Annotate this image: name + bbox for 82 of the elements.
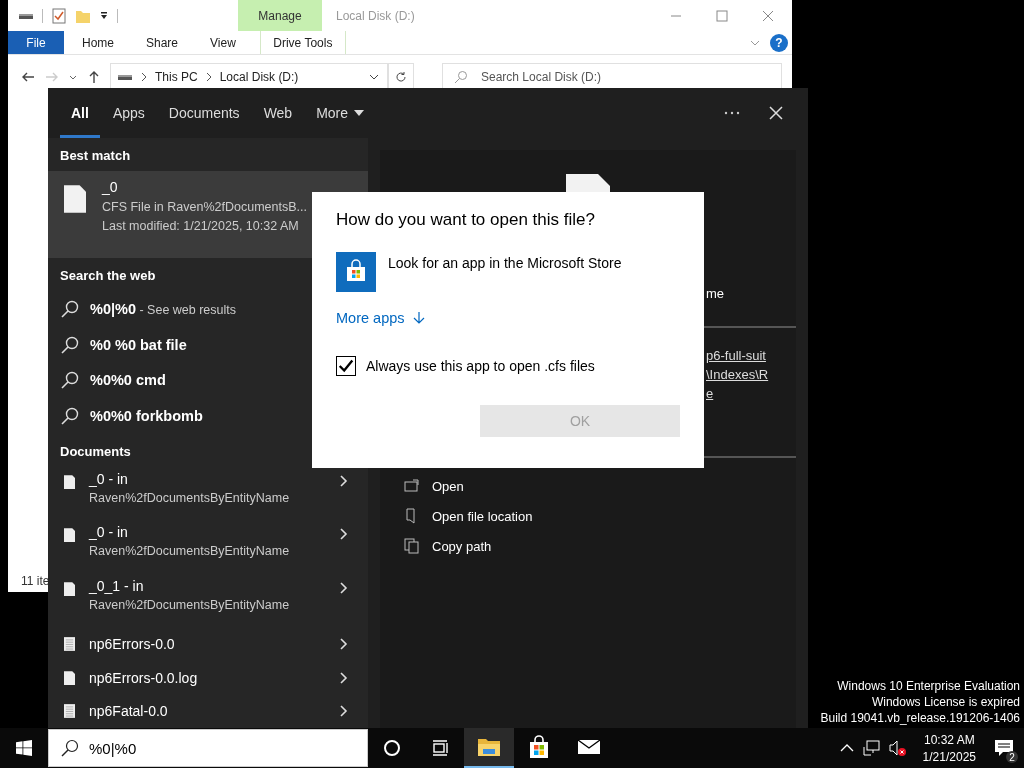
properties-icon[interactable] bbox=[51, 7, 67, 24]
path-link[interactable]: e bbox=[706, 386, 714, 401]
chevron-right-icon[interactable] bbox=[205, 72, 212, 82]
path-link[interactable]: \Indexes\R bbox=[706, 367, 769, 382]
search-icon bbox=[60, 738, 80, 758]
store-option[interactable]: Look for an app in the Microsoft Store bbox=[388, 255, 622, 271]
document-result-name[interactable]: _0_1 - in bbox=[89, 577, 144, 594]
ribbon-tab[interactable]: View bbox=[196, 31, 250, 54]
breadcrumb-item[interactable]: This PC bbox=[155, 70, 198, 84]
filter-tab[interactable]: Web bbox=[252, 88, 304, 138]
action-item[interactable]: Copy path bbox=[432, 538, 492, 554]
file-tab[interactable]: File bbox=[8, 31, 64, 54]
refresh-button[interactable] bbox=[388, 63, 414, 91]
clock[interactable]: 10:32 AM 1/21/2025 bbox=[914, 732, 984, 764]
text-file-icon bbox=[64, 636, 75, 651]
notification-count: 2 bbox=[1006, 751, 1018, 763]
store-icon[interactable] bbox=[336, 252, 376, 292]
filter-tab[interactable]: Apps bbox=[101, 88, 156, 138]
taskbar-app-button[interactable] bbox=[464, 728, 514, 768]
checkbox-label[interactable]: Always use this app to open .cfs files bbox=[366, 358, 595, 374]
text-file-icon bbox=[64, 704, 75, 719]
web-search-suggestion[interactable]: %0|%0 - See web results bbox=[90, 301, 237, 318]
close-icon[interactable] bbox=[768, 105, 784, 121]
search-icon bbox=[60, 370, 80, 391]
web-search-suggestion[interactable]: %0%0 cmd bbox=[90, 372, 166, 389]
task-view-icon[interactable] bbox=[430, 738, 450, 758]
license-notice-text: Windows 10 Enterprise Evaluation bbox=[837, 679, 1020, 693]
search-icon bbox=[60, 334, 80, 355]
web-search-suggestion[interactable]: %0%0 forkbomb bbox=[90, 407, 203, 424]
license-notice-text: Build 19041.vb_release.191206-1406 bbox=[820, 711, 1020, 725]
breadcrumb-item[interactable]: Local Disk (D:) bbox=[219, 70, 299, 84]
section-heading: Documents bbox=[59, 442, 132, 461]
chevron-down-icon[interactable] bbox=[369, 72, 379, 82]
search-icon bbox=[60, 299, 80, 320]
search-field[interactable]: Search Local Disk (D:) bbox=[442, 63, 782, 91]
document-result-name[interactable]: np6Errors-0.0 bbox=[89, 635, 175, 652]
more-apps-link[interactable]: More apps bbox=[336, 310, 405, 326]
license-notice-text: Windows License is expired bbox=[871, 695, 1020, 709]
document-result-name[interactable]: _0 - in bbox=[89, 470, 128, 487]
ribbon-tab[interactable]: Share bbox=[132, 31, 193, 54]
file-icon bbox=[64, 185, 86, 213]
copy-icon bbox=[404, 538, 420, 554]
down-arrow-icon[interactable] bbox=[412, 311, 425, 325]
dropdown-icon[interactable] bbox=[99, 10, 109, 21]
shopping-bag-icon bbox=[527, 735, 551, 759]
result-location: CFS File in Raven%2fDocumentsB... bbox=[102, 200, 307, 214]
ribbon-tab[interactable]: Home bbox=[68, 31, 128, 54]
document-result-name[interactable]: _0 - in bbox=[89, 524, 128, 541]
help-button[interactable]: ? bbox=[770, 33, 788, 52]
contextual-tab-group-label: Manage bbox=[238, 0, 322, 31]
file-icon bbox=[64, 528, 75, 543]
section-heading: Best match bbox=[59, 147, 132, 165]
file-icon bbox=[64, 581, 75, 596]
filter-tab[interactable]: More bbox=[305, 88, 376, 138]
action-item[interactable]: Open bbox=[432, 478, 464, 494]
cortana-icon[interactable] bbox=[382, 738, 402, 758]
file-name-fragment: me bbox=[706, 286, 725, 301]
result-modified-date: Last modified: 1/21/2025, 10:32 AM bbox=[102, 219, 299, 233]
start-icon[interactable] bbox=[16, 740, 32, 756]
search-icon bbox=[454, 70, 468, 84]
action-item[interactable]: Open file location bbox=[432, 508, 533, 524]
document-result-folder: Raven%2fDocumentsByEntityName bbox=[89, 544, 290, 559]
filter-tab[interactable]: Documents bbox=[157, 88, 251, 138]
section-heading: Search the web bbox=[59, 267, 157, 286]
speaker-muted-icon[interactable] bbox=[888, 739, 907, 757]
document-result-name[interactable]: np6Fatal-0.0 bbox=[89, 703, 168, 720]
document-result-name[interactable]: np6Errors-0.0.log bbox=[89, 669, 198, 686]
checkbox[interactable] bbox=[336, 356, 356, 376]
network-icon[interactable] bbox=[862, 739, 881, 757]
path-link[interactable]: p6-full-suit bbox=[706, 348, 766, 363]
file-icon bbox=[64, 670, 75, 685]
open-window-icon bbox=[404, 478, 420, 494]
chevron-right-icon[interactable] bbox=[141, 72, 147, 82]
web-search-suggestion[interactable]: %0 %0 bat file bbox=[90, 336, 187, 353]
refresh-icon bbox=[395, 71, 407, 83]
document-result-folder: Raven%2fDocumentsByEntityName bbox=[89, 490, 290, 505]
window-title: Local Disk (D:) bbox=[335, 8, 416, 23]
document-result-folder: Raven%2fDocumentsByEntityName bbox=[89, 597, 290, 612]
file-icon bbox=[64, 474, 75, 489]
taskbar-search-field[interactable]: %0|%0 bbox=[48, 729, 368, 767]
result-title: _0 bbox=[102, 179, 118, 195]
search-icon bbox=[60, 405, 80, 426]
